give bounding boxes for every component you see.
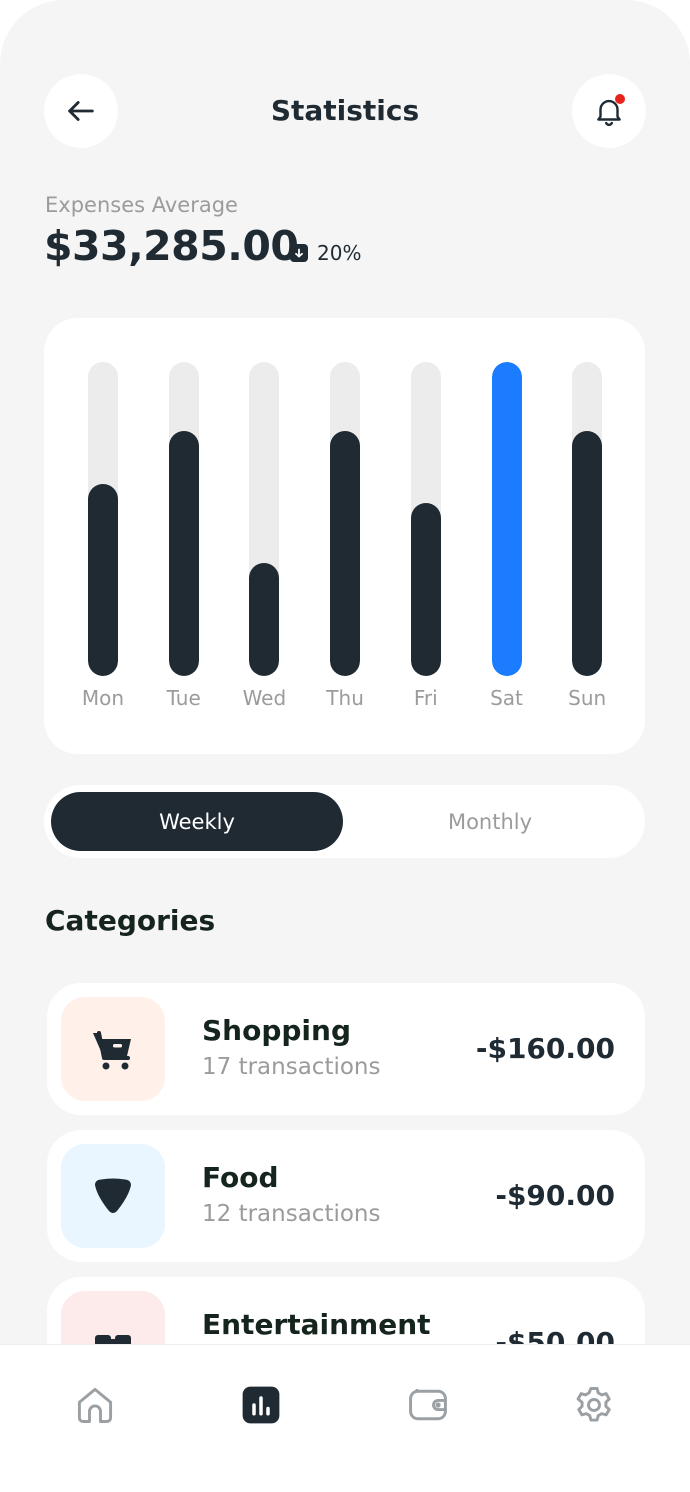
expenses-change-value: 20%: [317, 241, 362, 265]
weekly-tab[interactable]: Weekly: [51, 792, 343, 851]
day-label-tue: Tue: [166, 686, 201, 710]
bar-tue[interactable]: [168, 431, 199, 676]
categories-title: Categories: [45, 904, 216, 937]
nav-settings[interactable]: [570, 1381, 618, 1429]
expenses-average-value: $33,285.00: [44, 222, 299, 270]
statistics-icon: [242, 1386, 280, 1424]
category-icon-container: [61, 1144, 165, 1248]
category-card-food[interactable]: Food 12 transactions -$90.00: [47, 1130, 645, 1262]
day-label-sun: Sun: [568, 686, 607, 710]
nav-statistics[interactable]: [237, 1381, 285, 1429]
day-label-wed: Wed: [242, 686, 287, 710]
bar-thu[interactable]: [330, 431, 361, 676]
shopping-cart-icon: [93, 1031, 131, 1070]
bottom-navigation: [0, 1344, 690, 1492]
statistics-screen: Statistics Expenses Average $33,285.00 2…: [0, 0, 690, 1492]
expenses-average-label: Expenses Average: [45, 193, 238, 217]
bar-mon[interactable]: [88, 484, 118, 676]
bar-track-fri: [410, 362, 441, 676]
settings-icon: [576, 1387, 611, 1422]
category-name: Shopping: [202, 1014, 351, 1047]
bar-track-sun: [572, 362, 603, 676]
category-amount: -$160.00: [475, 1032, 615, 1065]
bar-track-sat: [491, 362, 522, 676]
category-name: Food: [202, 1161, 279, 1194]
day-label-mon: Mon: [81, 686, 125, 710]
bar-sat[interactable]: [491, 362, 522, 676]
day-label-thu: Thu: [326, 686, 364, 710]
food-icon: [95, 1178, 131, 1213]
notification-button[interactable]: [572, 74, 646, 148]
bar-track-mon: [88, 362, 118, 676]
category-icon-container: [61, 997, 165, 1101]
nav-home[interactable]: [71, 1381, 119, 1429]
day-label-fri: Fri: [413, 686, 438, 710]
arrow-down-icon: [290, 244, 308, 262]
home-icon: [77, 1387, 113, 1423]
bar-fri[interactable]: [410, 503, 441, 676]
period-toggle: Weekly Monthly: [44, 785, 645, 858]
category-amount: -$90.00: [495, 1179, 615, 1212]
notification-dot: [615, 94, 625, 104]
monthly-tab[interactable]: Monthly: [344, 792, 636, 851]
bar-track-thu: [330, 362, 361, 676]
bar-wed[interactable]: [249, 563, 280, 676]
nav-wallet[interactable]: [404, 1381, 452, 1429]
wallet-icon: [409, 1388, 447, 1421]
weekly-expenses-chart: Mon Tue Wed Thu Fri Sat Sun: [44, 318, 645, 754]
category-name: Entertainment: [202, 1308, 431, 1341]
category-card-shopping[interactable]: Shopping 17 transactions -$160.00: [47, 983, 645, 1115]
day-label-sat: Sat: [490, 686, 523, 710]
bar-track-wed: [249, 362, 280, 676]
bar-track-tue: [168, 362, 199, 676]
category-transactions: 12 transactions: [202, 1201, 381, 1227]
expenses-change: 20%: [290, 241, 361, 265]
category-transactions: 17 transactions: [202, 1054, 381, 1080]
bar-sun[interactable]: [572, 431, 603, 676]
